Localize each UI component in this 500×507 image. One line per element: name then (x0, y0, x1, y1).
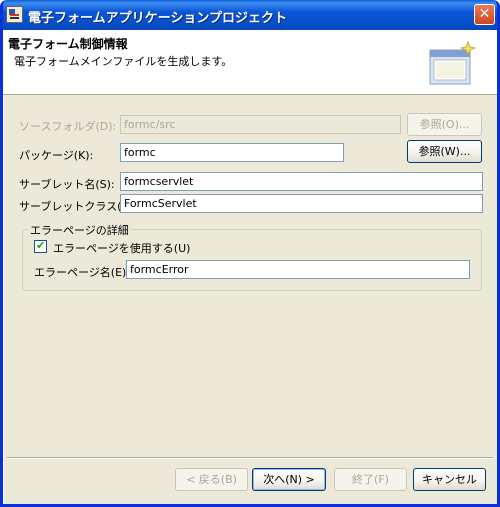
page-description: 電子フォームメインファイルを生成します。 (14, 55, 233, 68)
footer-separator (7, 457, 493, 459)
cancel-button[interactable]: キャンセル (413, 468, 486, 491)
package-browse-button[interactable]: 参照(W)... (407, 140, 482, 163)
source-folder-browse-button: 参照(O)... (407, 113, 482, 136)
window-title: 電子フォームアプリケーションプロジェクト (28, 11, 287, 26)
error-page-group-label: エラーページの詳細 (28, 222, 131, 238)
package-input[interactable]: formc (120, 143, 344, 162)
use-error-page-checkbox[interactable]: ✔ (34, 239, 47, 253)
wizard-header: 電子フォーム制御情報 電子フォームメインファイルを生成します。 (3, 30, 497, 95)
servlet-class-input[interactable]: FormcServlet (120, 194, 483, 213)
left-border (3, 95, 4, 504)
package-label: パッケージ(K): (19, 149, 94, 162)
source-folder-input: formc/src (120, 115, 401, 134)
check-icon: ✔ (36, 239, 46, 252)
page-title: 電子フォーム制御情報 (8, 37, 128, 51)
close-button[interactable]: ✕ (474, 4, 495, 25)
back-button: < 戻る(B) (175, 468, 248, 491)
error-page-name-label: エラーページ名(E): (34, 266, 131, 279)
finish-button: 終了(F) (334, 468, 407, 491)
servlet-name-input[interactable]: formcservlet (120, 172, 483, 191)
source-folder-label: ソースフォルダ(D): (19, 120, 117, 133)
next-button[interactable]: 次へ(N) > (252, 468, 326, 491)
wizard-dialog: 電子フォームアプリケーションプロジェクト ✕ 電子フォーム制御情報 電子フォーム… (0, 0, 500, 507)
wizard-banner-icon (429, 40, 477, 85)
app-icon (6, 6, 23, 23)
title-bar[interactable]: 電子フォームアプリケーションプロジェクト ✕ (3, 0, 497, 30)
use-error-page-label[interactable]: エラーページを使用する(U) (53, 240, 190, 256)
error-page-name-input[interactable]: formcError (126, 260, 470, 279)
servlet-name-label: サーブレット名(S): (19, 178, 115, 191)
